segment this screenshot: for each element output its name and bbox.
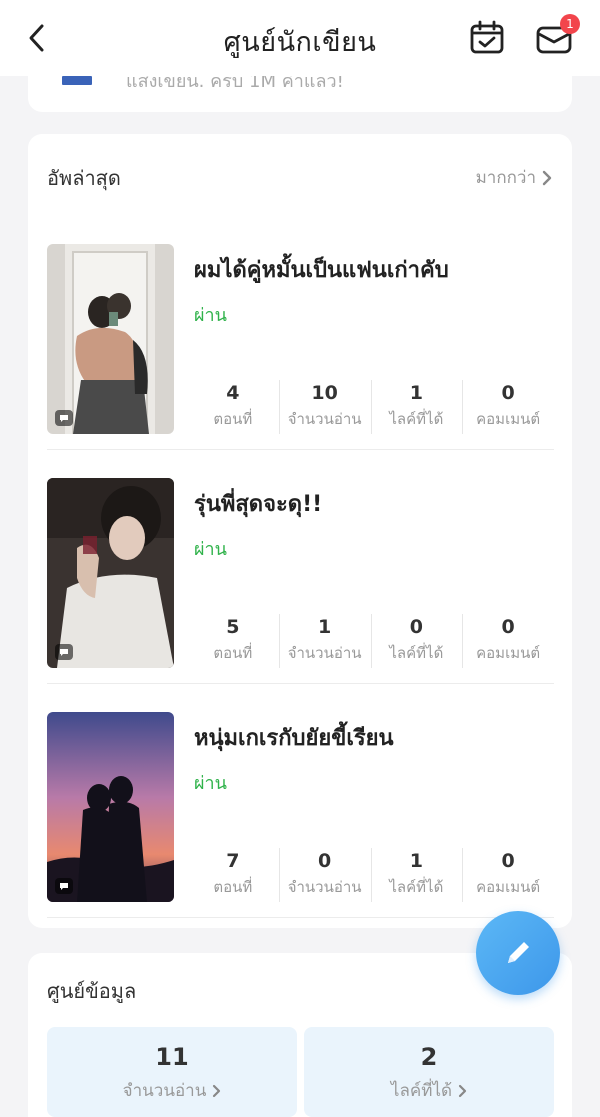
stat-value: 0	[501, 382, 515, 404]
stat-value: 0	[501, 616, 515, 638]
reads-link[interactable]: จำนวนอ่าน	[47, 1077, 297, 1104]
stat-likes: 1 ไลค์ที่ได้	[370, 380, 463, 434]
story-item[interactable]: หนุ่มเกเรกับยัยขี้เรียน ผ่าน 7 ตอนที่ 0 …	[47, 712, 554, 918]
likes-summary-box[interactable]: 2 ไลค์ที่ได้	[304, 1027, 554, 1117]
chat-bubble-icon	[55, 644, 73, 660]
stat-likes: 1 ไลค์ที่ได้	[370, 848, 463, 902]
stat-value: 4	[226, 382, 240, 404]
stat-value: 1	[409, 850, 423, 872]
stat-reads: 1 จำนวนอ่าน	[278, 614, 371, 668]
story-title[interactable]: หนุ่มเกเรกับยัยขี้เรียน	[194, 720, 394, 755]
stat-label: จำนวนอ่าน	[287, 410, 362, 428]
stat-comments: 0 คอมเมนต์	[462, 848, 554, 902]
story-status: ผ่าน	[194, 773, 227, 794]
top-bar: ศูนย์นักเขียน 1	[0, 0, 600, 76]
story-item[interactable]: รุ่นพี่สุดจะดุ!! ผ่าน 5 ตอนที่ 1 จำนวนอ่…	[47, 478, 554, 684]
story-stats: 4 ตอนที่ 10 จำนวนอ่าน 1 ไลค์ที่ได้ 0 คอม…	[187, 380, 554, 434]
stat-likes: 0 ไลค์ที่ได้	[370, 614, 463, 668]
stat-episodes: 7 ตอนที่	[187, 848, 279, 902]
story-title[interactable]: รุ่นพี่สุดจะดุ!!	[194, 486, 322, 521]
story-stats: 5 ตอนที่ 1 จำนวนอ่าน 0 ไลค์ที่ได้ 0 คอมเ…	[187, 614, 554, 668]
stat-label: จำนวนอ่าน	[287, 644, 362, 662]
stat-comments: 0 คอมเมนต์	[462, 614, 554, 668]
story-status: ผ่าน	[194, 305, 227, 326]
stat-value: 5	[226, 616, 240, 638]
pencil-icon	[508, 942, 529, 963]
stat-label: ไลค์ที่ได้	[389, 878, 444, 896]
stat-value: 1	[318, 616, 332, 638]
stat-value: 0	[318, 850, 332, 872]
stat-label: คอมเมนต์	[476, 644, 541, 662]
calendar-button[interactable]	[469, 20, 505, 56]
more-label: มากกว่า	[475, 168, 536, 188]
likes-value: 2	[420, 1043, 438, 1071]
section-title-latest: อัพล่าสุด	[47, 166, 121, 190]
story-status: ผ่าน	[194, 539, 227, 560]
story-stats: 7 ตอนที่ 0 จำนวนอ่าน 1 ไลค์ที่ได้ 0 คอมเ…	[187, 848, 554, 902]
chat-bubble-icon	[55, 410, 73, 426]
likes-label: ไลค์ที่ได้	[390, 1081, 453, 1101]
stat-value: 0	[501, 850, 515, 872]
reads-summary-box[interactable]: 11 จำนวนอ่าน	[47, 1027, 297, 1117]
latest-updates-card: อัพล่าสุด มากกว่า ผมได้คู่หมั้นเป็นแฟนเก…	[28, 134, 572, 928]
stat-label: ไลค์ที่ได้	[389, 644, 444, 662]
stat-reads: 0 จำนวนอ่าน	[278, 848, 371, 902]
story-cover[interactable]	[47, 712, 174, 902]
likes-link[interactable]: ไลค์ที่ได้	[304, 1077, 554, 1104]
announcement-icon	[62, 76, 92, 85]
more-link[interactable]: มากกว่า	[476, 164, 552, 191]
stat-value: 7	[226, 850, 240, 872]
story-cover[interactable]	[47, 244, 174, 434]
stat-label: ตอนที่	[213, 878, 253, 896]
stat-value: 1	[409, 382, 423, 404]
stat-value: 0	[409, 616, 423, 638]
calendar-check-icon	[470, 20, 504, 54]
cover-image	[47, 712, 174, 902]
chevron-right-icon	[213, 1084, 221, 1097]
reads-value: 11	[155, 1043, 189, 1071]
story-cover[interactable]	[47, 478, 174, 668]
chat-bubble-icon	[55, 878, 73, 894]
story-item[interactable]: ผมได้คู่หมั้นเป็นแฟนเก่าคับ ผ่าน 4 ตอนที…	[47, 244, 554, 450]
stat-label: จำนวนอ่าน	[287, 878, 362, 896]
stat-label: ตอนที่	[213, 410, 253, 428]
stat-label: คอมเมนต์	[476, 410, 541, 428]
cover-image	[47, 478, 174, 668]
story-title[interactable]: ผมได้คู่หมั้นเป็นแฟนเก่าคับ	[194, 252, 449, 287]
write-button[interactable]	[476, 911, 560, 995]
cover-image	[47, 244, 174, 434]
page-title: ศูนย์นักเขียน	[223, 27, 377, 58]
notification-badge: 1	[560, 14, 580, 34]
stat-episodes: 4 ตอนที่	[187, 380, 279, 434]
stat-episodes: 5 ตอนที่	[187, 614, 279, 668]
stat-label: ไลค์ที่ได้	[389, 410, 444, 428]
stat-comments: 0 คอมเมนต์	[462, 380, 554, 434]
chevron-right-icon	[542, 170, 552, 185]
stat-reads: 10 จำนวนอ่าน	[278, 380, 371, 434]
stat-label: ตอนที่	[213, 644, 253, 662]
stat-value: 10	[311, 382, 338, 404]
section-title-info: ศูนย์ข้อมูล	[47, 979, 137, 1003]
chevron-right-icon	[458, 1084, 467, 1097]
stat-label: คอมเมนต์	[476, 878, 541, 896]
reads-label: จำนวนอ่าน	[122, 1081, 207, 1101]
